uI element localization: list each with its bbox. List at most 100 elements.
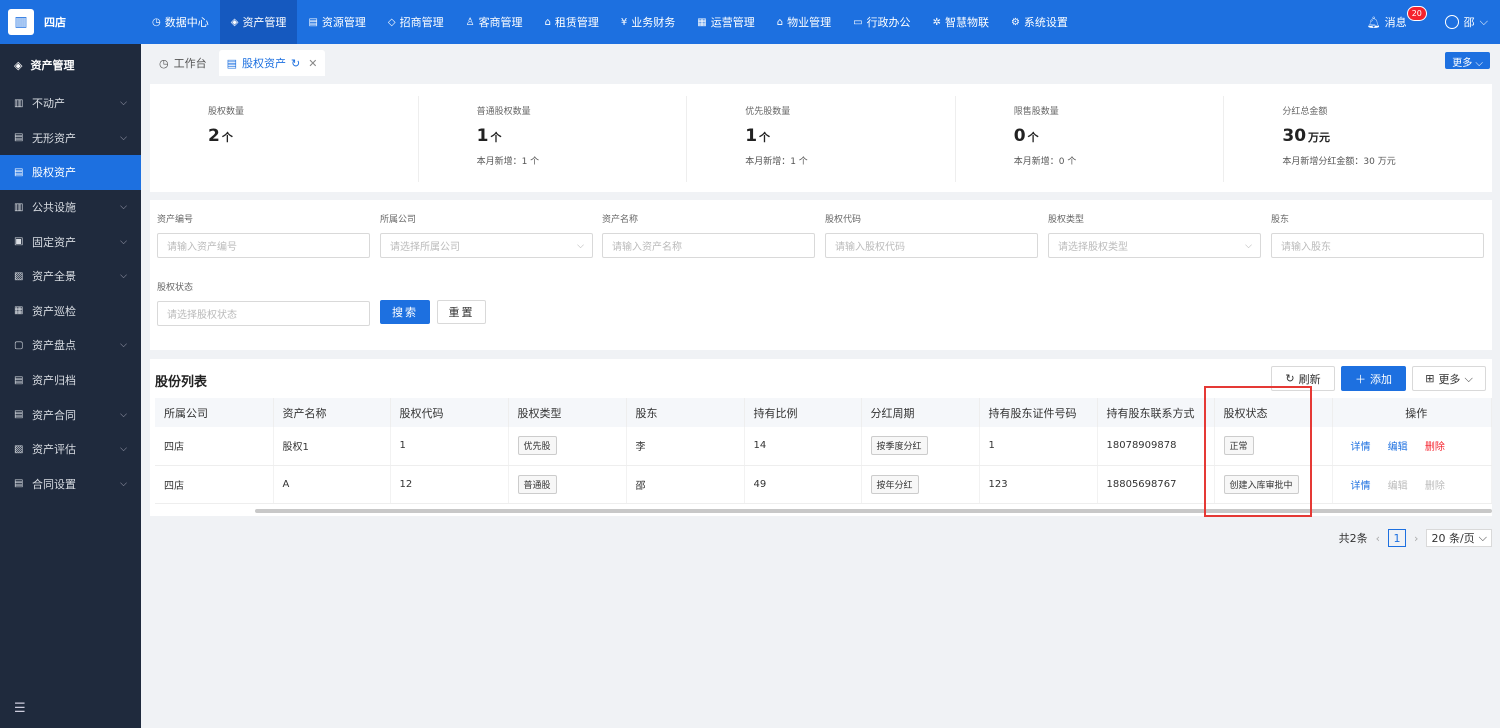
nav-item-operations[interactable]: ▦ 运营管理 xyxy=(686,0,765,44)
nav-label: 系统设置 xyxy=(1023,16,1068,29)
user-name: 邵 xyxy=(1463,16,1475,29)
detail-link[interactable]: 详情 xyxy=(1351,481,1371,492)
cycle-tag: 按年分红 xyxy=(870,474,919,494)
stats-panel: 股权数量 2个 普通股权数量 1个 本月新增：1 个 优先股数量 1个 本月新增… xyxy=(150,84,1492,192)
archive-icon: ▤ xyxy=(14,374,24,386)
list-more-label: 更多 xyxy=(1438,372,1461,386)
sidebar-item-public-facilities[interactable]: ▥ 公共设施 ⌵ xyxy=(0,190,141,225)
refresh-icon[interactable]: ↻ xyxy=(291,57,300,70)
sidebar-item-contracts[interactable]: ▤ 资产合同 ⌵ xyxy=(0,397,141,432)
nav-item-admin[interactable]: ▭ 行政办公 xyxy=(842,0,921,44)
prev-page-icon[interactable]: ‹ xyxy=(1376,532,1380,545)
delete-link[interactable]: 删除 xyxy=(1425,442,1445,453)
sidebar-item-evaluation[interactable]: ▨ 资产评估 ⌵ xyxy=(0,432,141,467)
nav-label: 数据中心 xyxy=(164,16,209,29)
nav-item-settings[interactable]: ⚙ 系统设置 xyxy=(1000,0,1079,44)
asset-name-input[interactable]: 请输入资产名称 xyxy=(602,233,815,258)
user-menu[interactable]: 邵 ⌵ xyxy=(1444,14,1488,30)
sidebar-item-inspection[interactable]: ▦ 资产巡检 xyxy=(0,294,141,329)
table-row: 四店 股权1 1 优先股 李 14 按季度分红 1 18078909878 正常… xyxy=(155,427,1492,466)
stat-card: 普通股权数量 1个 本月新增：1 个 xyxy=(419,96,688,182)
page-size-select[interactable]: 20 条/页 ⌵ xyxy=(1426,529,1492,547)
list-more-button[interactable]: ⊞ 更多 ⌵ xyxy=(1412,366,1486,391)
equity-type-select[interactable]: 请选择股权类型 ⌵ xyxy=(1048,233,1261,258)
close-icon[interactable]: ✕ xyxy=(308,57,317,70)
avatar-icon xyxy=(1444,15,1459,29)
sidebar-item-label: 资产盘点 xyxy=(32,339,76,353)
nav-item-asset-management[interactable]: ◈ 资产管理 xyxy=(219,0,298,44)
detail-link[interactable]: 详情 xyxy=(1351,442,1371,453)
collapse-menu-icon[interactable]: ☰ xyxy=(14,701,26,716)
equity-status-select[interactable]: 请选择股权状态 xyxy=(157,301,370,326)
document-icon: ▤ xyxy=(226,56,238,70)
logo[interactable]: ▥ 四店 xyxy=(0,0,141,44)
company-select[interactable]: 请选择所属公司 ⌵ xyxy=(380,233,593,258)
asset-no-input[interactable]: 请输入资产编号 xyxy=(157,233,370,258)
stat-number: 1 xyxy=(476,126,489,146)
main-nav: ◷ 数据中心 ◈ 资产管理 ▤ 资源管理 ◇ 招商管理 ♙ 客商管理 ⌂ 租赁管理 ¥ 业务财… xyxy=(141,0,1079,44)
messages-button[interactable]: 🔔︎ 消息 20 xyxy=(1367,6,1427,30)
cell-holder: 邵 xyxy=(626,465,745,504)
nav-item-investment[interactable]: ◇ 招商管理 xyxy=(377,0,455,44)
apps-icon: ⊞ xyxy=(1425,372,1435,385)
add-button[interactable]: ＋ 添加 xyxy=(1341,366,1406,391)
filter-equity-type: 股权类型 请选择股权类型 ⌵ xyxy=(1048,212,1261,258)
messages-badge: 20 xyxy=(1406,6,1427,21)
nav-item-leasing[interactable]: ⌂ 租赁管理 xyxy=(534,0,610,44)
sidebar-item-inventory[interactable]: ▢ 资产盘点 ⌵ xyxy=(0,328,141,363)
cell-actions: 详情 编辑 删除 xyxy=(1332,465,1492,504)
filter-company: 所属公司 请选择所属公司 ⌵ xyxy=(380,212,593,258)
next-page-icon[interactable]: › xyxy=(1414,532,1418,545)
nav-item-resource-management[interactable]: ▤ 资源管理 xyxy=(297,0,376,44)
horizontal-scrollbar[interactable] xyxy=(255,509,1492,513)
stat-sub: 本月新增：1 个 xyxy=(745,157,808,167)
tabs-more-button[interactable]: 更多 ⌵ xyxy=(1445,52,1490,69)
monitor-icon: ▭ xyxy=(853,16,863,28)
stat-unit: 万元 xyxy=(1308,131,1331,144)
stat-value: 1个 xyxy=(745,126,955,146)
tab-equity-assets[interactable]: ▤ 股权资产 ↻ ✕ xyxy=(218,50,326,76)
nav-item-iot[interactable]: ✲ 智慧物联 xyxy=(922,0,1000,44)
select-placeholder: 请选择所属公司 xyxy=(390,242,460,253)
table-header-row: 所属公司 资产名称 股权代码 股权类型 股东 持有比例 分红周期 持有股东证件号… xyxy=(155,398,1492,427)
page-number[interactable]: 1 xyxy=(1388,529,1407,547)
sidebar-title: ◈ 资产管理 xyxy=(0,44,141,86)
stat-card: 股权数量 2个 xyxy=(150,96,419,182)
sidebar-item-real-estate[interactable]: ▥ 不动产 ⌵ xyxy=(0,86,141,121)
refresh-icon: ↻ xyxy=(1285,372,1295,385)
refresh-button[interactable]: ↻ 刷新 xyxy=(1271,366,1335,391)
house-icon: ⌂ xyxy=(544,16,551,28)
filter-label: 资产编号 xyxy=(157,215,194,225)
cycle-tag: 按季度分红 xyxy=(870,436,928,456)
sidebar-item-equity[interactable]: ▤ 股权资产 xyxy=(0,155,141,190)
nav-item-property[interactable]: ⌂ 物业管理 xyxy=(766,0,842,44)
chevron-down-icon: ⌵ xyxy=(1478,531,1487,544)
stat-card: 限售股数量 0个 本月新增：0 个 xyxy=(956,96,1225,182)
chevron-down-icon: ⌵ xyxy=(120,202,127,213)
search-button[interactable]: 搜索 xyxy=(380,300,430,324)
nav-label: 资源管理 xyxy=(321,16,366,29)
tab-workbench[interactable]: ◷ 工作台 xyxy=(151,50,215,76)
sidebar-item-fixed-assets[interactable]: ▣ 固定资产 ⌵ xyxy=(0,224,141,259)
yen-icon: ¥ xyxy=(620,16,628,28)
chevron-down-icon: ⌵ xyxy=(120,478,127,489)
sidebar-item-archive[interactable]: ▤ 资产归档 xyxy=(0,363,141,398)
cell-cycle: 按年分红 xyxy=(861,465,980,504)
nav-item-merchants[interactable]: ♙ 客商管理 xyxy=(455,0,534,44)
equity-list-card: 股份列表 ↻ 刷新 ＋ 添加 ⊞ 更多 ⌵ 所属公司 资产名称 股权代码 股权类型 股东… xyxy=(150,359,1492,516)
shareholder-input[interactable]: 请输入股东 xyxy=(1271,233,1484,258)
stat-label: 优先股数量 xyxy=(745,107,791,117)
nav-item-data-center[interactable]: ◷ 数据中心 xyxy=(141,0,220,44)
sidebar-item-contract-settings[interactable]: ▤ 合同设置 ⌵ xyxy=(0,467,141,502)
cell-phone: 18078909878 xyxy=(1097,427,1215,466)
edit-link[interactable]: 编辑 xyxy=(1388,442,1408,453)
sidebar-item-label: 资产归档 xyxy=(32,374,76,388)
equity-code-input[interactable]: 请输入股权代码 xyxy=(825,233,1038,258)
col-id-no: 持有股东证件号码 xyxy=(979,398,1098,427)
sidebar-item-intangible[interactable]: ▤ 无形资产 ⌵ xyxy=(0,121,141,156)
reset-button[interactable]: 重置 xyxy=(437,300,486,324)
sidebar-item-panorama[interactable]: ▨ 资产全景 ⌵ xyxy=(0,259,141,294)
chevron-down-icon: ⌵ xyxy=(120,444,127,455)
nav-item-finance[interactable]: ¥ 业务财务 xyxy=(610,0,686,44)
filter-label: 股权代码 xyxy=(825,215,862,225)
